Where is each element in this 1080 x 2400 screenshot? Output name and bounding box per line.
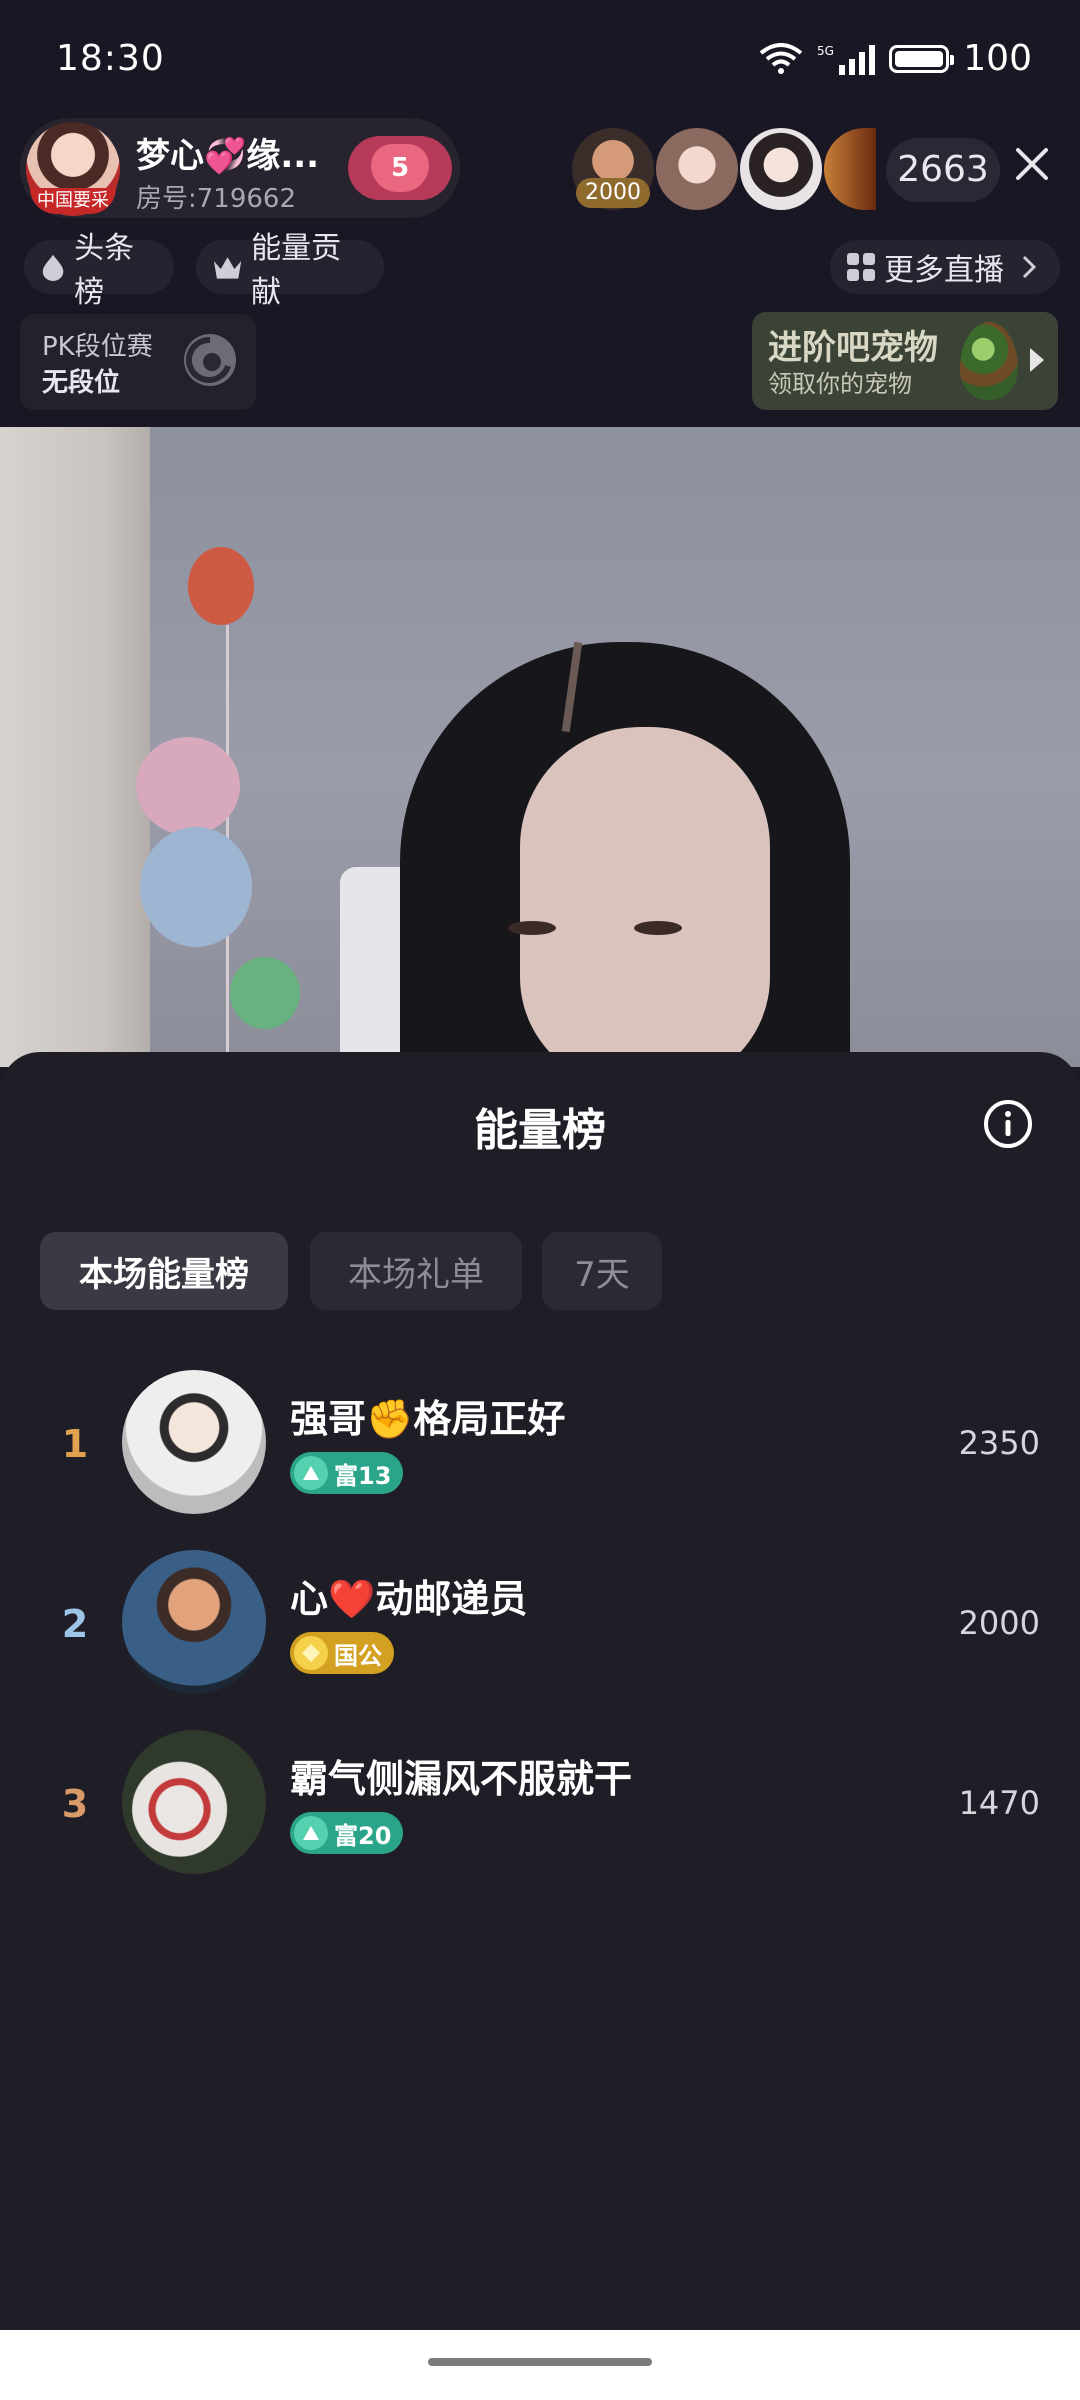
rank-number: 2 xyxy=(61,1602,89,1646)
pk-title: PK段位赛 xyxy=(42,332,153,362)
user-avatar[interactable] xyxy=(122,1370,266,1514)
viewer-count[interactable]: 2663 xyxy=(886,138,1000,202)
headline-board-chip[interactable]: 头条榜 xyxy=(24,231,174,310)
curtain xyxy=(0,427,150,1067)
chevron-right-icon xyxy=(1022,255,1037,279)
tab-session-gifts[interactable]: 本场礼单 xyxy=(310,1232,522,1310)
more-live-label: 更多直播 xyxy=(884,253,1004,288)
badge-label: 富20 xyxy=(334,1821,392,1850)
user-name: 心❤️动邮递员 xyxy=(290,1577,528,1621)
triangle-icon xyxy=(294,1456,328,1490)
pet-subtitle: 领取你的宠物 xyxy=(768,370,912,398)
triangle-icon xyxy=(294,1816,328,1850)
host-avatar-tag: 中国要采 xyxy=(30,188,116,214)
eye xyxy=(508,921,556,935)
blue-balloon xyxy=(140,827,252,947)
wealth-badge: 富20 xyxy=(290,1812,404,1854)
badge-label: 国公 xyxy=(334,1641,382,1670)
wifi-icon xyxy=(760,42,803,74)
battery-icon xyxy=(889,44,955,73)
pk-rank: 无段位 xyxy=(42,368,121,398)
streamer-face xyxy=(520,727,770,1067)
signal-icon: 5G xyxy=(817,44,876,75)
status-time: 18:30 xyxy=(56,38,165,79)
viewer-avatar[interactable] xyxy=(656,128,738,210)
more-live-chip[interactable]: 更多直播 xyxy=(830,240,1060,294)
grid-icon xyxy=(847,253,875,281)
user-name: 强哥✊格局正好 xyxy=(290,1397,566,1441)
eye xyxy=(634,921,682,935)
svg-text:5G: 5G xyxy=(817,44,834,58)
red-balloon xyxy=(188,547,254,625)
pink-balloon xyxy=(136,737,240,835)
crown-icon xyxy=(213,257,242,279)
host-name: 梦心💞缘... xyxy=(136,136,320,176)
home-indicator[interactable] xyxy=(428,2358,652,2366)
flame-icon xyxy=(42,254,64,281)
tab-7-days[interactable]: 7天 xyxy=(542,1232,662,1310)
heart-level: 5 xyxy=(371,144,429,192)
badge-label: 富13 xyxy=(334,1461,392,1490)
user-avatar[interactable] xyxy=(122,1550,266,1694)
user-name: 霸气侧漏风不服就干 xyxy=(290,1757,633,1801)
play-arrow-icon xyxy=(1030,348,1044,372)
energy-score: 2000 xyxy=(958,1604,1040,1642)
status-icons: 5G 100 xyxy=(759,38,1032,79)
energy-contribution-chip[interactable]: 能量贡献 xyxy=(196,231,384,310)
battery-level: 100 xyxy=(963,38,1032,79)
pet-title: 进阶吧宠物 xyxy=(768,328,938,368)
info-icon[interactable] xyxy=(982,1098,1034,1150)
diamond-icon xyxy=(294,1636,328,1670)
wealth-badge: 富13 xyxy=(290,1452,404,1494)
headline-board-label: 头条榜 xyxy=(74,231,135,310)
room-number: 房号:719662 xyxy=(136,184,297,214)
close-icon[interactable] xyxy=(1008,140,1056,188)
energy-score: 2350 xyxy=(958,1424,1040,1462)
noble-badge: 国公 xyxy=(290,1632,394,1674)
pk-rank-emblem-icon xyxy=(184,334,236,386)
energy-score: 1470 xyxy=(958,1784,1040,1822)
green-balloon xyxy=(230,957,300,1029)
viewer-avatar[interactable] xyxy=(740,128,822,210)
user-avatar[interactable] xyxy=(122,1730,266,1874)
sheet-title: 能量榜 xyxy=(474,1105,606,1156)
tab-session-energy[interactable]: 本场能量榜 xyxy=(40,1232,288,1310)
follow-heart-button[interactable]: 5 xyxy=(348,136,452,200)
rank-number: 3 xyxy=(61,1782,89,1826)
live-video[interactable] xyxy=(0,427,1080,1067)
viewer-tag: 2000 xyxy=(576,178,650,208)
rank-number: 1 xyxy=(61,1422,89,1466)
energy-contribution-label: 能量贡献 xyxy=(251,231,342,310)
